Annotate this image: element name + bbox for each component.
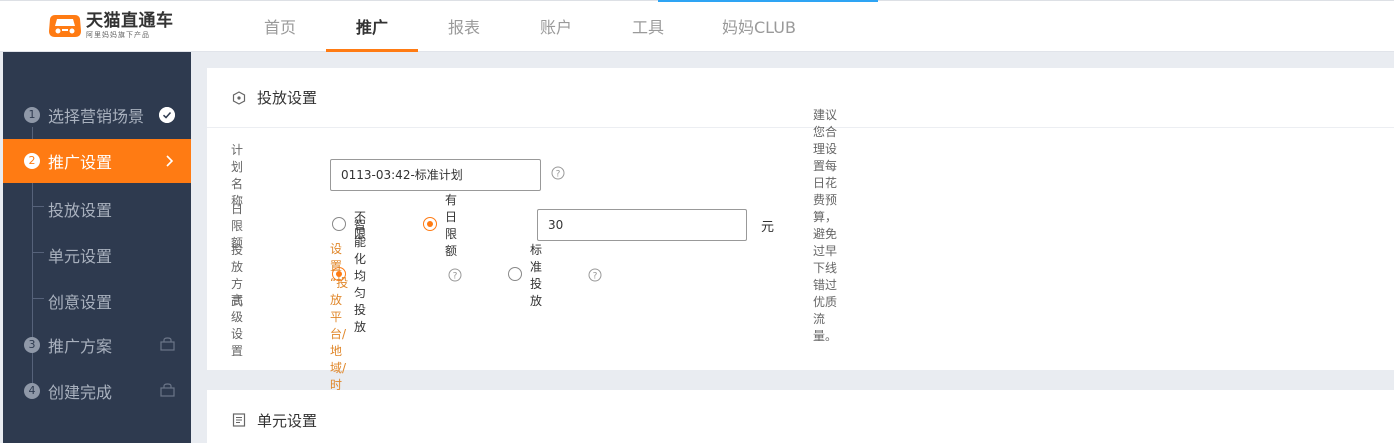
chevron-right-icon	[166, 155, 174, 167]
brand-subtitle: 阿里妈妈旗下产品	[86, 31, 150, 39]
nav-home[interactable]: 首页	[234, 0, 326, 52]
step-label: 推广方案	[48, 337, 113, 356]
currency-unit: 元	[761, 219, 775, 235]
radio-standard-label[interactable]: 标准投放	[530, 241, 542, 309]
step-number: 3	[24, 337, 40, 353]
brand-logo[interactable]: 天猫直通车 阿里妈妈旗下产品	[48, 8, 174, 44]
plan-name-input[interactable]: 0113-03:42-标准计划	[330, 159, 541, 191]
advanced-settings-label: 高级设置	[231, 293, 244, 358]
step-number: 4	[24, 383, 40, 399]
svg-text:?: ?	[593, 272, 598, 282]
substep-label: 单元设置	[48, 247, 113, 266]
panel-header: 投放设置	[207, 68, 1394, 128]
main-nav: 首页 推广 报表 账户 工具 妈妈CLUB	[234, 0, 824, 52]
panel-title: 单元设置	[257, 411, 318, 430]
radio-smart-even-label[interactable]: 智能化均匀投放	[354, 216, 366, 335]
budget-hint: 建议您合理设置每日花费预算，避免过早下线错过优质流量。	[813, 108, 838, 343]
step-promotion-settings[interactable]: 2 推广设置	[3, 139, 191, 183]
step-number: 1	[24, 107, 40, 123]
delivery-settings-panel: 投放设置 计划名称 0113-03:42-标准计划 ? 日限额 不限 有日限额 …	[207, 68, 1394, 409]
brand-title: 天猫直通车	[86, 11, 174, 31]
hexagon-icon	[232, 90, 246, 105]
step-sidebar: 1 选择营销场景 2 推广设置 投放设置 单元设置 创意设置 3 推广方案 4 …	[3, 52, 191, 443]
svg-text:?: ?	[556, 170, 561, 180]
step-choose-scene[interactable]: 1 选择营销场景	[3, 93, 191, 137]
help-icon[interactable]: ?	[448, 268, 462, 282]
unit-settings-panel: 单元设置	[207, 390, 1394, 443]
substep-tick	[32, 298, 44, 299]
nav-mama-club[interactable]: 妈妈CLUB	[694, 0, 824, 52]
panel-title: 投放设置	[257, 89, 318, 107]
radio-unlimited[interactable]	[332, 217, 346, 231]
help-icon[interactable]: ?	[551, 166, 565, 180]
step-label: 创建完成	[48, 383, 113, 402]
advanced-settings-link[interactable]: 设置 “投放平台/地域/时间”	[330, 240, 348, 410]
step-number: 2	[24, 153, 40, 169]
step-creation-complete[interactable]: 4 创建完成	[3, 369, 191, 413]
check-circle-icon	[159, 107, 175, 123]
substep-label: 创意设置	[48, 293, 113, 312]
top-bar: 天猫直通车 阿里妈妈旗下产品 首页 推广 报表 账户 工具 妈妈CLUB	[0, 0, 1394, 52]
lock-icon	[160, 383, 175, 397]
substep-creative-settings[interactable]: 创意设置	[3, 277, 191, 321]
radio-daily-limit-label[interactable]: 有日限额	[445, 191, 457, 259]
step-label: 选择营销场景	[48, 107, 145, 126]
substep-delivery-settings[interactable]: 投放设置	[3, 185, 191, 229]
panel-header: 单元设置	[207, 390, 1394, 443]
step-promotion-plan[interactable]: 3 推广方案	[3, 323, 191, 367]
substep-unit-settings[interactable]: 单元设置	[3, 231, 191, 275]
nav-tools[interactable]: 工具	[602, 0, 694, 52]
help-icon[interactable]: ?	[588, 268, 602, 282]
document-icon	[232, 413, 246, 427]
substep-tick	[32, 206, 44, 207]
radio-daily-limit[interactable]	[423, 217, 437, 231]
nav-account[interactable]: 账户	[510, 0, 602, 52]
car-logo-icon	[49, 15, 81, 37]
step-label: 推广设置	[48, 153, 113, 172]
substep-tick	[32, 252, 44, 253]
radio-standard[interactable]	[508, 267, 522, 281]
lock-icon	[160, 337, 175, 351]
substep-label: 投放设置	[48, 201, 113, 220]
svg-text:?: ?	[453, 272, 458, 282]
nav-reports[interactable]: 报表	[418, 0, 510, 52]
daily-limit-input[interactable]: 30	[537, 209, 747, 241]
nav-promotion[interactable]: 推广	[326, 0, 418, 52]
